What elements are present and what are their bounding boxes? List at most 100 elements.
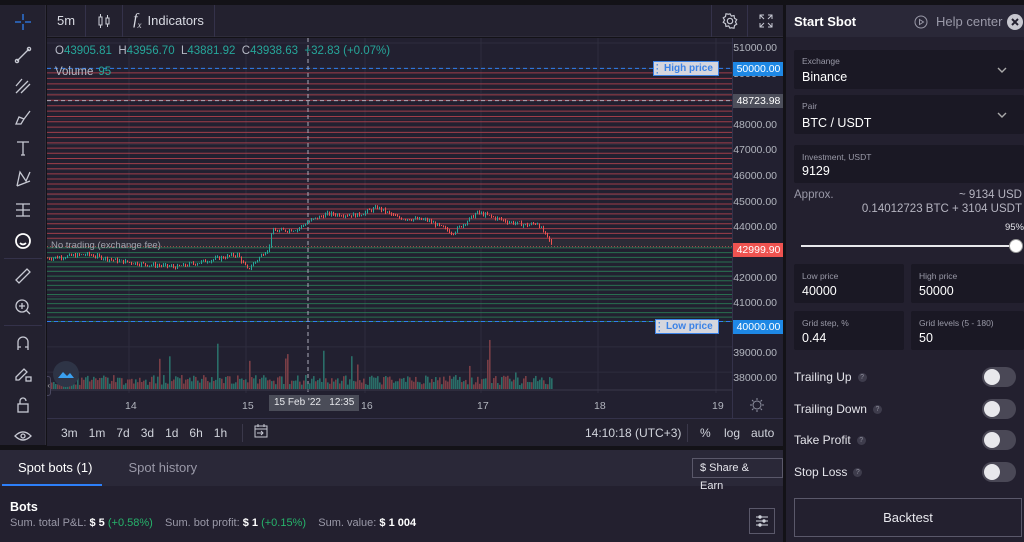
exchange-label: Exchange: [802, 56, 840, 66]
lock-drawings-tool[interactable]: [0, 359, 46, 389]
volume-bar: [447, 381, 449, 389]
price-chart[interactable]: O43905.81 H43956.70 L43881.92 C43938.63 …: [47, 38, 783, 418]
start-bot-panel: Start Sbot Help center Exchange Binance …: [786, 5, 1024, 542]
settings-button[interactable]: [711, 5, 747, 37]
pattern-tool[interactable]: [0, 164, 46, 194]
volume-bar: [179, 378, 181, 389]
goto-date-button[interactable]: [253, 423, 269, 442]
pair-select[interactable]: Pair BTC / USDT: [794, 95, 1024, 134]
price-tick-label: 48000.00: [733, 118, 777, 131]
volume-label: Volume: [55, 66, 94, 78]
range-7d[interactable]: 7d: [116, 426, 129, 440]
volume-bar: [245, 379, 247, 389]
crosshair-tool[interactable]: [0, 7, 46, 37]
collapse-toolbar-button[interactable]: ‹: [47, 376, 51, 396]
range-3d[interactable]: 3d: [141, 426, 154, 440]
gear-icon: [721, 13, 738, 29]
volume-bar: [451, 378, 453, 389]
volume-bar: [363, 378, 365, 389]
range-1m[interactable]: 1m: [89, 426, 106, 440]
logo-badge[interactable]: [53, 361, 79, 387]
volume-bar: [523, 378, 525, 389]
grid-levels-input[interactable]: Grid levels (5 - 180) 50: [911, 311, 1024, 350]
backtest-button[interactable]: Backtest: [794, 498, 1022, 537]
high-price-input[interactable]: High price 50000: [911, 264, 1024, 303]
stop-loss-toggle[interactable]: [982, 462, 1016, 482]
zoom-tool[interactable]: [0, 292, 46, 322]
tab-spot-bots[interactable]: Spot bots (1): [0, 450, 110, 486]
log-scale-button[interactable]: log: [724, 426, 740, 440]
auto-scale-button[interactable]: auto: [751, 426, 774, 440]
range-1d[interactable]: 1d: [165, 426, 178, 440]
volume-bar: [279, 376, 281, 389]
slider-thumb[interactable]: [1009, 239, 1024, 253]
chart-canvas[interactable]: [47, 38, 732, 418]
approx-label: Approx.: [794, 189, 834, 201]
chart-type-button[interactable]: [86, 4, 124, 37]
lock-tool[interactable]: [0, 390, 46, 420]
volume-bar: [123, 384, 125, 389]
investment-slider[interactable]: [801, 238, 1024, 254]
help-center-link[interactable]: Help center: [914, 14, 1002, 29]
volume-bar: [479, 383, 481, 389]
help-icon[interactable]: ?: [857, 372, 867, 382]
brush-tool[interactable]: [0, 102, 46, 132]
approx-usd: ~ 9134 USD: [959, 189, 1022, 201]
interval-button[interactable]: 5m: [47, 4, 87, 37]
high-price-label[interactable]: · · · High price: [653, 61, 719, 78]
price-axis[interactable]: 51000.0050000.0049000.0048000.0047000.00…: [732, 38, 783, 418]
volume-bar: [247, 382, 249, 389]
take-profit-toggle[interactable]: [982, 430, 1016, 450]
volume-bar: [135, 379, 137, 389]
volume-bar: [273, 380, 275, 389]
trailing-up-toggle[interactable]: [982, 367, 1016, 387]
visibility-tool[interactable]: [0, 421, 46, 451]
low-value: 43881.92: [187, 45, 236, 57]
help-icon[interactable]: ?: [856, 435, 866, 445]
axis-settings-button[interactable]: [749, 397, 765, 416]
volume-bar: [391, 379, 393, 389]
investment-input[interactable]: Investment, USDT 9129: [794, 145, 1024, 183]
volume-bar: [183, 383, 185, 389]
range-6h[interactable]: 6h: [189, 426, 202, 440]
volume-bar: [237, 375, 239, 389]
low-price-input[interactable]: Low price 40000: [794, 264, 904, 303]
fullscreen-button[interactable]: [747, 5, 783, 37]
trailing-down-toggle[interactable]: [982, 399, 1016, 419]
bots-panel: Spot bots (1) Spot history $ Share & Ear…: [0, 450, 783, 542]
emoji-tool[interactable]: [0, 226, 46, 256]
volume-value: 95: [98, 66, 112, 78]
grid-step-input[interactable]: Grid step, % 0.44: [794, 311, 904, 350]
magnet-tool[interactable]: [0, 328, 46, 358]
volume-bar: [521, 383, 523, 389]
volume-legend: Volume 95: [55, 66, 111, 78]
indicators-button[interactable]: fx Indicators: [123, 4, 215, 37]
low-price-label[interactable]: · · · Low price: [655, 319, 719, 336]
range-3m[interactable]: 3m: [61, 426, 78, 440]
share-earn-button[interactable]: $ Share & Earn: [692, 458, 783, 492]
forecast-tool[interactable]: [0, 195, 46, 225]
volume-bar: [509, 378, 511, 389]
trend-line-tool[interactable]: [0, 40, 46, 70]
bots-title: Bots: [10, 500, 38, 514]
tab-spot-history[interactable]: Spot history: [110, 450, 215, 486]
range-1h[interactable]: 1h: [214, 426, 227, 440]
toggle-knob: [984, 464, 1000, 480]
volume-bar: [449, 375, 451, 389]
candles-icon: [98, 13, 110, 28]
help-icon[interactable]: ?: [872, 404, 882, 414]
chart-topbar: 5m fx Indicators: [47, 4, 783, 37]
close-button[interactable]: [1007, 14, 1023, 30]
ruler-tool[interactable]: [0, 261, 46, 291]
volume-bar: [549, 377, 551, 389]
exchange-select[interactable]: Exchange Binance: [794, 50, 1024, 89]
fib-tool[interactable]: [0, 71, 46, 101]
volume-bar: [215, 379, 217, 389]
volume-bar: [461, 382, 463, 389]
percent-scale-button[interactable]: %: [700, 426, 711, 440]
volume-bar: [263, 375, 265, 389]
pattern-icon: [16, 170, 31, 187]
filter-button[interactable]: [749, 508, 775, 534]
help-icon[interactable]: ?: [853, 467, 863, 477]
text-tool[interactable]: [0, 133, 46, 163]
